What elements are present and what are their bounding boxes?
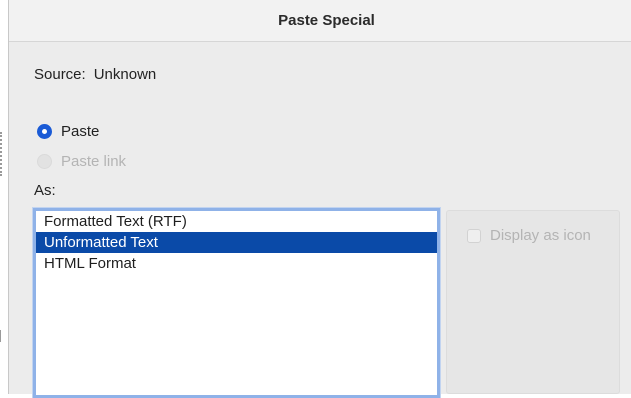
as-label: As:	[34, 182, 56, 199]
source-line: Source: Unknown	[34, 66, 156, 83]
window-edge-marker	[0, 132, 3, 176]
display-as-icon-label: Display as icon	[490, 227, 591, 244]
radio-paste-label: Paste	[61, 123, 100, 140]
dialog-titlebar: Paste Special	[9, 0, 631, 42]
paste-special-dialog: Paste Special Source: Unknown Paste Paste…	[8, 0, 631, 398]
list-item-formatted-text[interactable]: Formatted Text (RTF)	[36, 211, 437, 232]
display-as-icon-option: Display as icon	[467, 227, 591, 244]
window-edge-tick	[0, 330, 1, 342]
radio-checked-icon[interactable]	[37, 124, 52, 139]
list-item-html-format[interactable]: HTML Format	[36, 253, 437, 274]
source-label: Source:	[34, 66, 86, 83]
format-list[interactable]: Formatted Text (RTF) Unformatted Text HT…	[33, 208, 440, 398]
radio-paste[interactable]: Paste	[37, 123, 99, 140]
list-item-unformatted-text[interactable]: Unformatted Text	[36, 232, 437, 253]
radio-paste-link-label: Paste link	[61, 153, 127, 170]
radio-paste-link: Paste link	[37, 153, 126, 170]
display-options-panel: Display as icon	[446, 210, 620, 394]
checkbox-icon	[467, 228, 481, 243]
source-value: Unknown	[93, 66, 157, 83]
radio-unchecked-icon	[37, 154, 52, 169]
dialog-title: Paste Special	[278, 12, 375, 29]
